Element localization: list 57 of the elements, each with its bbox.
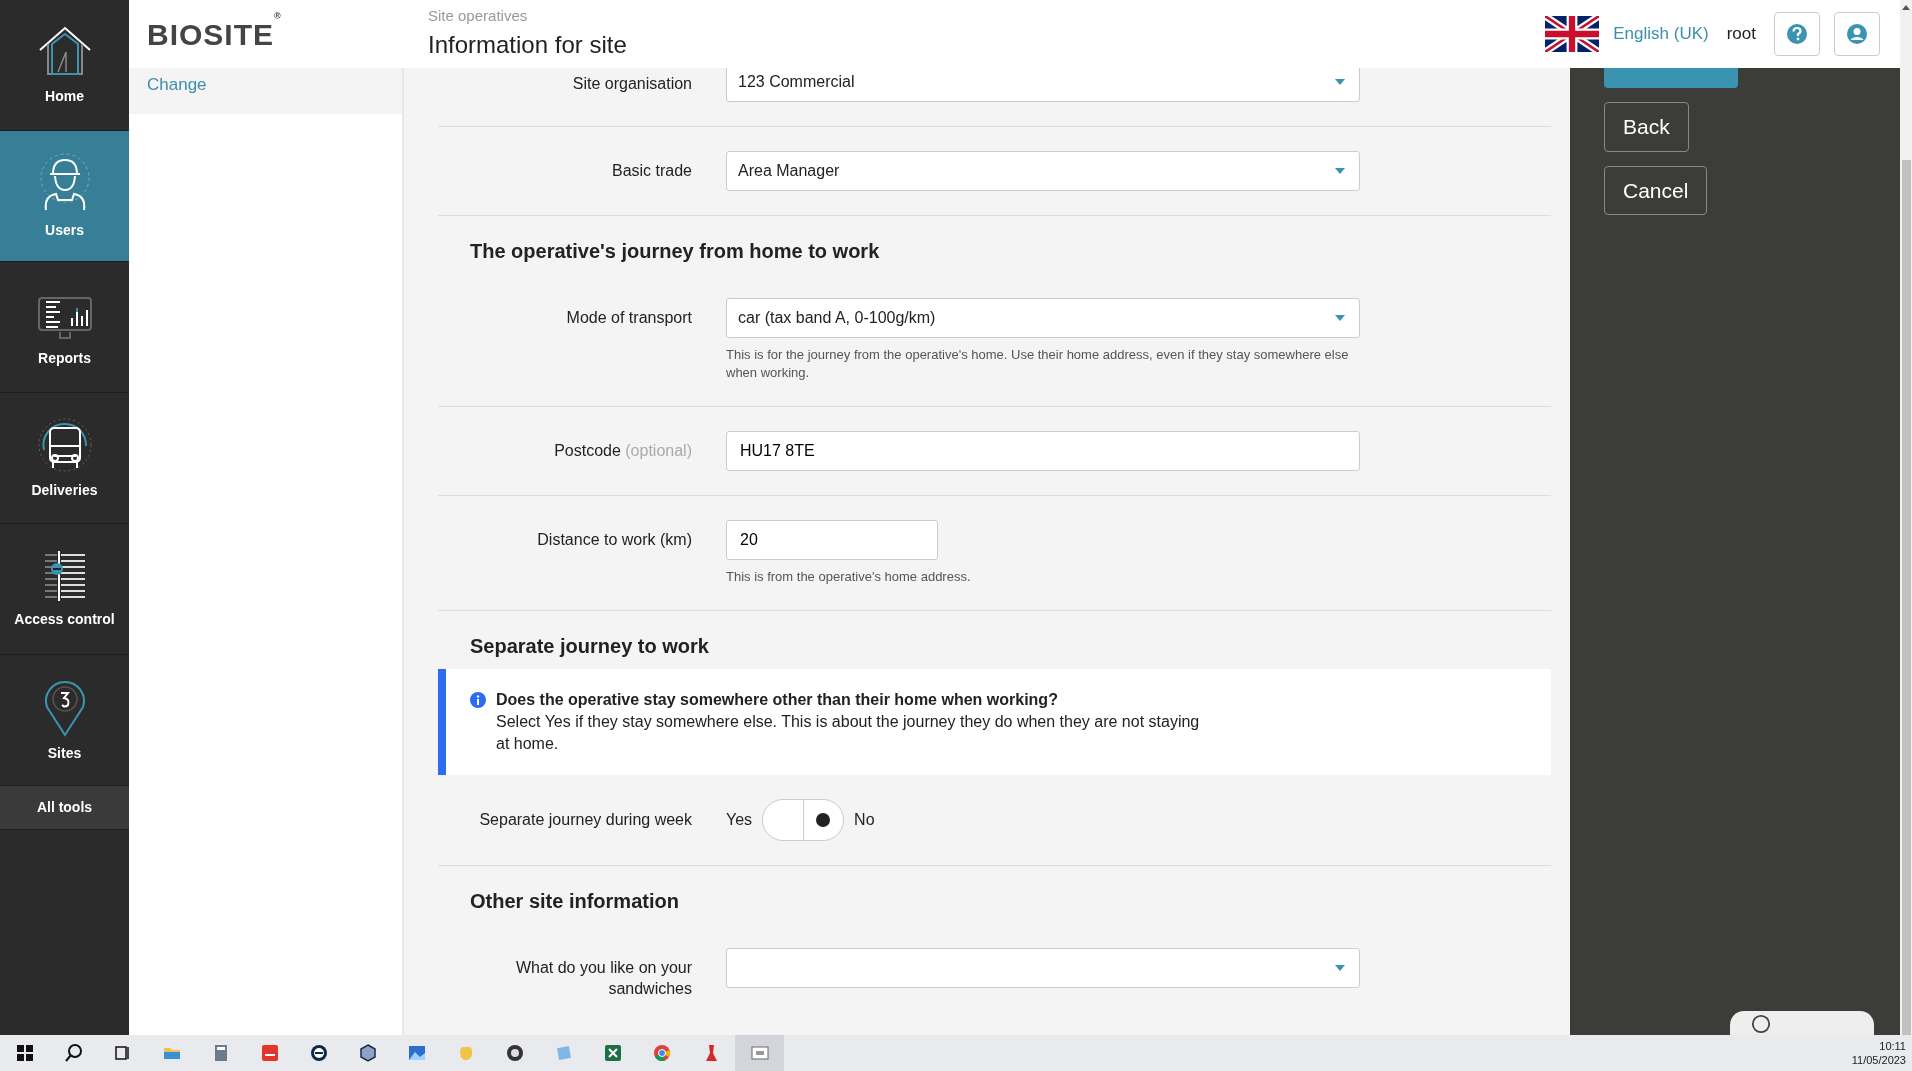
support-button[interactable]	[1730, 1011, 1874, 1035]
field-label: Postcode (optional)	[553, 441, 692, 461]
field-label: Basic trade	[610, 161, 692, 181]
dropdown[interactable]: car (tax band A, 0-100g/km)	[726, 298, 1360, 338]
field-label: Site organisation	[571, 74, 692, 94]
turnstile-icon	[42, 548, 87, 603]
chrome-icon[interactable]	[651, 1043, 672, 1063]
username: root	[1726, 23, 1756, 46]
action-button[interactable]: Back	[1604, 102, 1689, 152]
app-icon[interactable]	[259, 1043, 280, 1063]
field-label: What do you like on your sandwiches	[514, 958, 692, 999]
scrollbar[interactable]	[1900, 0, 1912, 1035]
user-icon	[1846, 23, 1868, 45]
sidebar-item[interactable]: All tools	[0, 786, 129, 830]
alert-text: Select Yes if they stay somewhere else. This is about the journey they do when they are not staying at home.	[496, 712, 1201, 754]
sidebar-item[interactable]: Users	[0, 131, 129, 262]
section-heading: Separate journey to work	[469, 634, 710, 659]
scroll-up-icon[interactable]	[1902, 4, 1910, 10]
text-field[interactable]: 20	[726, 520, 938, 560]
text-field[interactable]: HU17 8TE	[726, 431, 1360, 471]
window-icon[interactable]	[749, 1043, 770, 1063]
field-label: Separate journey during week	[478, 809, 692, 830]
yes-label: Yes	[726, 810, 753, 830]
windows-icon[interactable]	[14, 1043, 35, 1063]
caret-icon	[1335, 965, 1345, 971]
section-heading: Other site information	[469, 889, 680, 914]
circle-app-icon[interactable]	[308, 1043, 329, 1063]
help-button[interactable]	[1774, 12, 1820, 56]
truck-icon	[35, 415, 94, 474]
flag-icon[interactable]	[1545, 16, 1600, 52]
search-icon[interactable]	[63, 1043, 84, 1063]
dropdown[interactable]: 123 Commercial	[726, 68, 1360, 102]
field-label: Distance to work (km)	[536, 530, 692, 550]
caret-icon	[1335, 79, 1345, 85]
language-link[interactable]: English (UK)	[1613, 21, 1709, 47]
clock-date: 11/05/2023	[1851, 1053, 1906, 1067]
info-icon	[470, 692, 486, 708]
picture-icon[interactable]	[406, 1043, 427, 1063]
aperture-icon[interactable]	[504, 1043, 525, 1063]
dropdown[interactable]: Area Manager	[726, 151, 1360, 191]
spreadsheet-icon[interactable]	[602, 1043, 623, 1063]
cube-icon[interactable]	[357, 1043, 378, 1063]
help-icon	[1786, 23, 1808, 45]
caret-icon	[1335, 168, 1345, 174]
clock-time: 10:11	[1878, 1039, 1906, 1053]
no-label: No	[854, 810, 875, 830]
help-text: This is for the journey from the operative's home. Use their home address, even if they stay somewhere else when working.	[726, 346, 1350, 382]
field-label: Mode of transport	[565, 308, 692, 328]
action-button[interactable]: Cancel	[1604, 165, 1708, 215]
help-text: This is from the operative's home address.	[726, 568, 972, 586]
page-title: Information for site	[428, 30, 627, 61]
caret-icon	[1335, 315, 1345, 321]
alert-title: Does the operative stay somewhere other than their home when working?	[496, 690, 1059, 710]
toggle-switch[interactable]	[762, 799, 845, 841]
section-heading: The operative's journey from home to work	[469, 239, 881, 264]
help-icon	[1750, 1014, 1772, 1034]
account-button[interactable]	[1834, 12, 1880, 56]
